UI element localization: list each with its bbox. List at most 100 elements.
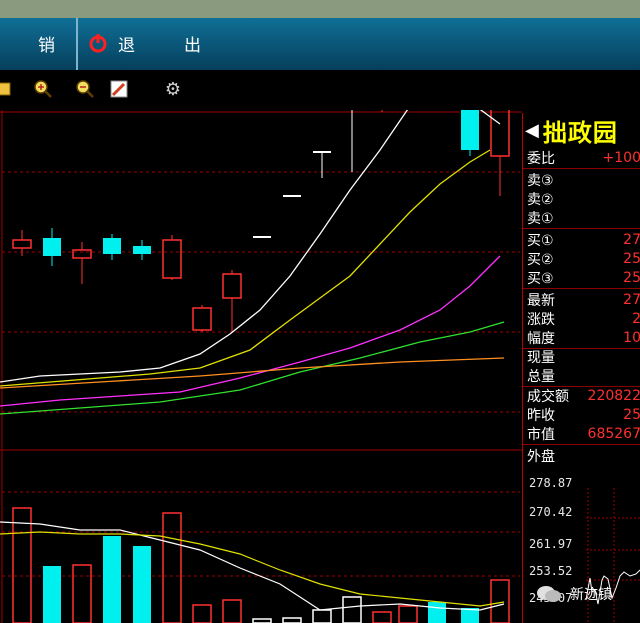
candle-body — [222, 273, 242, 299]
volume-bar — [490, 579, 510, 623]
candle — [43, 228, 61, 266]
candle-body — [72, 249, 92, 259]
candle-body — [103, 238, 121, 254]
volume-bar — [282, 617, 302, 623]
quote-value: +100 — [602, 149, 640, 166]
volume-bar — [12, 507, 32, 623]
menu-item-exit[interactable]: 出 — [184, 28, 201, 58]
quote-row: 市值 685267 — [523, 424, 640, 443]
volume-average-lines — [0, 521, 505, 611]
quote-label: 外盘 — [527, 448, 555, 465]
menu-item-label: 出 — [184, 35, 201, 56]
quote-value: 25 — [623, 406, 640, 423]
kline-chart — [0, 110, 522, 623]
quote-label: 现量 — [527, 349, 555, 366]
volume-bar — [312, 609, 332, 623]
volume-bar — [162, 512, 182, 623]
quote-row: 成交额 220822 — [523, 386, 640, 405]
quote-value: 27 — [623, 231, 640, 248]
quote-label: 买① — [527, 232, 554, 249]
quote-value: 220822 — [587, 387, 640, 404]
candle — [222, 270, 242, 332]
candle-body — [490, 110, 510, 157]
candle-body — [12, 239, 32, 249]
quote-label: 昨收 — [527, 407, 555, 424]
quote-row: 现量 — [523, 347, 640, 366]
volume-bar — [342, 596, 362, 623]
quote-label: 市值 — [527, 426, 555, 443]
quote-row: 买③ 25 — [523, 268, 640, 287]
zoom-out-icon[interactable] — [74, 78, 96, 100]
quote-row: 昨收 25 — [523, 405, 640, 424]
quote-row: 涨跌 2 — [523, 309, 640, 328]
candle — [490, 110, 510, 196]
candle — [192, 305, 212, 332]
stock-name: 拙政园 — [542, 117, 618, 147]
pencil-icon[interactable] — [108, 78, 130, 100]
chart-grid — [0, 110, 522, 623]
watermark: 新迹镇 — [536, 584, 612, 604]
candle-body — [133, 246, 151, 254]
power-icon — [88, 33, 108, 53]
volume-bars — [12, 507, 510, 623]
volume-bar — [72, 564, 92, 623]
price-label: 261.97 — [529, 537, 573, 551]
candle-body — [43, 238, 61, 256]
window-icon[interactable] — [0, 78, 14, 100]
price-label: 278.87 — [529, 476, 573, 490]
price-label: 253.52 — [529, 564, 573, 578]
candle — [461, 110, 479, 156]
title-strip — [0, 0, 640, 18]
menu-divider — [76, 18, 78, 70]
volume-bar — [133, 546, 151, 623]
candle — [103, 234, 121, 260]
gear-icon[interactable]: ⚙ — [162, 78, 184, 100]
quote-row: 委比 +100 — [523, 148, 640, 167]
quote-row: 外盘 — [523, 446, 640, 465]
menu-item-cancel[interactable]: 销 — [38, 28, 55, 58]
quote-value: 25 — [623, 250, 640, 267]
volume-ma5-line — [0, 521, 505, 611]
quote-value: 685267 — [587, 425, 640, 442]
volume-bar — [372, 611, 392, 623]
menu-item-label: 退 — [118, 35, 135, 56]
candle — [351, 110, 353, 172]
quote-row: 卖① — [523, 208, 640, 227]
moving-average-lines — [0, 110, 505, 415]
quote-label: 幅度 — [527, 330, 555, 347]
candle — [313, 151, 331, 178]
quote-value: 25 — [623, 269, 640, 286]
volume-bar — [222, 599, 242, 623]
candle — [72, 242, 92, 284]
quote-value: 2 — [632, 310, 640, 327]
watermark-text: 新迹镇 — [570, 587, 612, 603]
candle-body — [192, 307, 212, 331]
candle-body — [162, 239, 182, 279]
quote-row: 买① 27 — [523, 230, 640, 249]
triangle-left-icon: ◀ — [525, 119, 539, 141]
quote-label: 涨跌 — [527, 311, 555, 328]
quote-label: 卖③ — [527, 172, 554, 189]
volume-bar — [192, 604, 212, 623]
quote-row: 买② 25 — [523, 249, 640, 268]
quote-label: 卖① — [527, 210, 554, 227]
volume-bar — [398, 605, 418, 623]
zoom-in-icon[interactable] — [32, 78, 54, 100]
quote-label: 买② — [527, 251, 554, 268]
ma60-line — [0, 357, 505, 389]
volume-ma10-line — [0, 531, 505, 607]
menu-bar: 销 退 出 — [0, 18, 640, 70]
quote-row: 卖② — [523, 189, 640, 208]
volume-bar — [252, 618, 272, 623]
quote-label: 成交额 — [527, 388, 569, 405]
wechat-icon — [536, 584, 562, 604]
candlesticks — [12, 110, 510, 332]
quote-label: 卖② — [527, 191, 554, 208]
candle — [133, 240, 151, 260]
quote-label: 总量 — [527, 368, 555, 385]
volume-bar — [103, 536, 121, 623]
stock-name-header[interactable]: ◀ 拙政园 — [523, 113, 640, 147]
quote-row: 总量 — [523, 366, 640, 385]
ma10-line — [0, 149, 491, 387]
menu-item-logout[interactable]: 退 — [88, 28, 135, 58]
